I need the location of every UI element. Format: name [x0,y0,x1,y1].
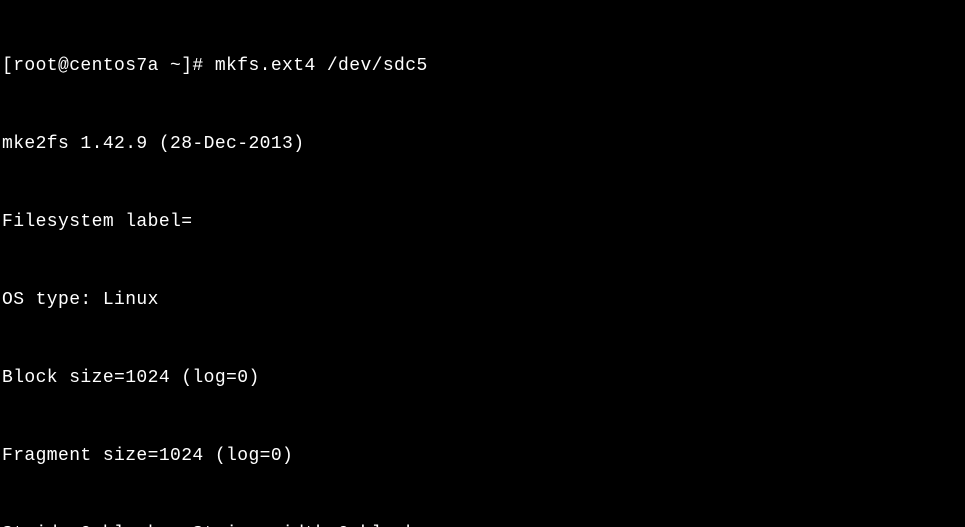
output-line: mke2fs 1.42.9 (28-Dec-2013) [2,131,963,157]
output-line: OS type: Linux [2,287,963,313]
terminal-output[interactable]: [root@centos7a ~]# mkfs.ext4 /dev/sdc5 m… [0,0,965,527]
output-line: Filesystem label= [2,209,963,235]
output-line: Fragment size=1024 (log=0) [2,443,963,469]
output-line: Block size=1024 (log=0) [2,365,963,391]
output-line: Stride=0 blocks, Stripe width=0 blocks [2,521,963,527]
shell-prompt-line: [root@centos7a ~]# mkfs.ext4 /dev/sdc5 [2,53,963,79]
